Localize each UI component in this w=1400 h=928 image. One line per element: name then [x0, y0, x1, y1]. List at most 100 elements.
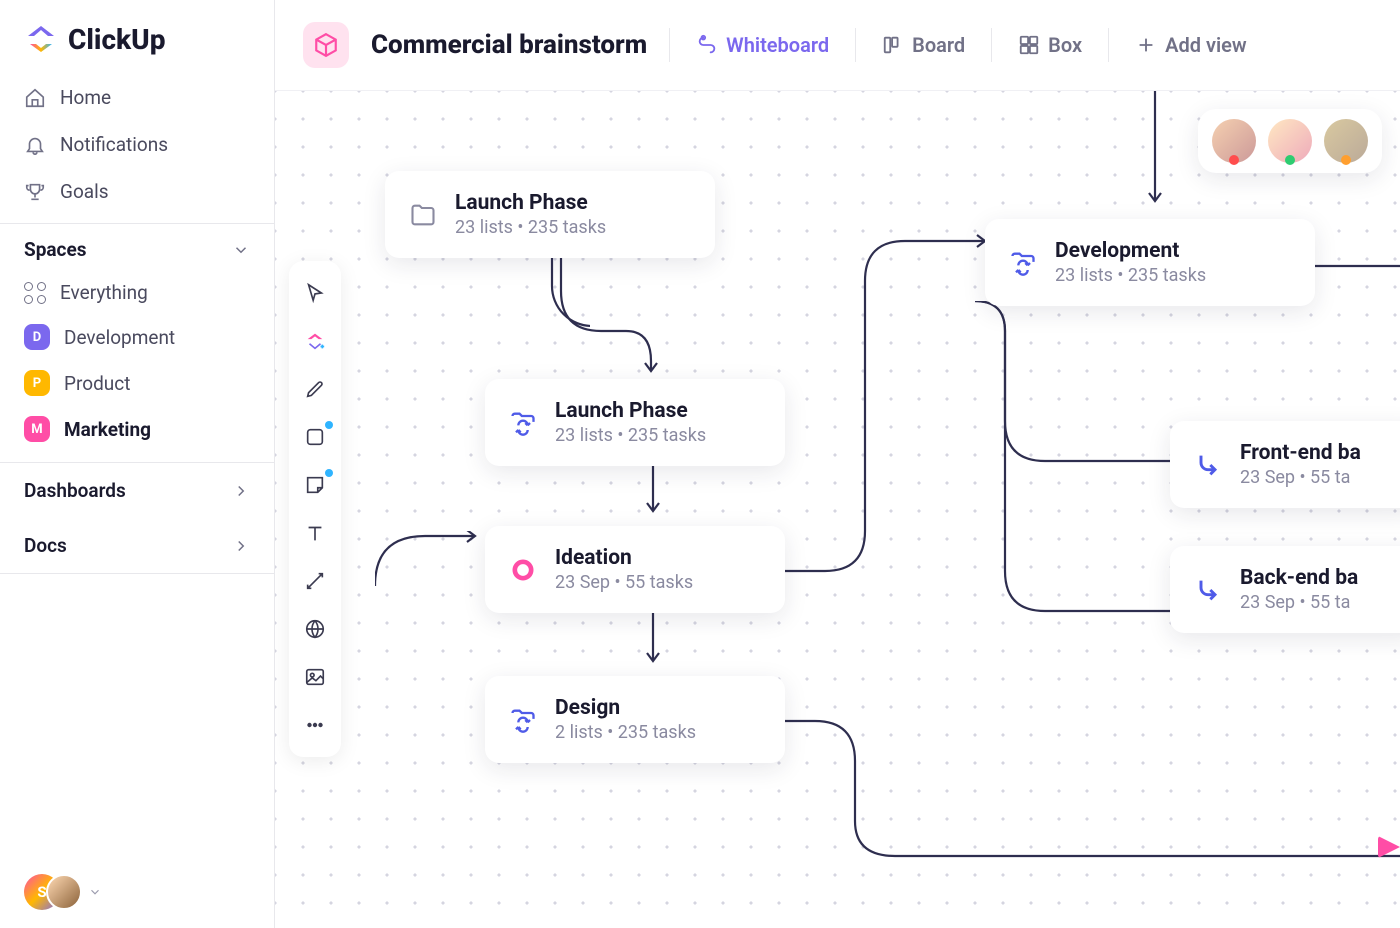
card-meta: 23 lists • 235 tasks: [555, 425, 706, 446]
connector: [1305, 251, 1400, 281]
trophy-icon: [24, 181, 46, 203]
dashboards-label: Dashboards: [24, 479, 126, 502]
chevron-right-icon: [232, 482, 250, 500]
connector: [633, 461, 673, 531]
chevron-right-icon: [232, 537, 250, 555]
subtask-icon: [1192, 449, 1224, 481]
add-view-label: Add view: [1165, 33, 1247, 57]
spaces-header[interactable]: Spaces: [0, 223, 274, 271]
card-title: Development: [1055, 239, 1206, 263]
cursor-icon: [304, 282, 326, 304]
color-dot: [325, 469, 333, 477]
space-badge: P: [24, 370, 50, 396]
nav-notifications[interactable]: Notifications: [0, 121, 274, 168]
sticky-note-icon: [304, 474, 326, 496]
add-view-button[interactable]: Add view: [1131, 27, 1251, 63]
box-icon: [313, 32, 339, 58]
connector: [1135, 91, 1175, 221]
everything-icon: [24, 282, 46, 304]
card-launch-phase-top[interactable]: Launch Phase 23 lists • 235 tasks: [385, 171, 715, 258]
view-tab-box[interactable]: Box: [1014, 27, 1086, 63]
caret-down-icon: [88, 885, 102, 899]
card-meta: 23 Sep • 55 ta: [1240, 467, 1361, 488]
nav-docs[interactable]: Docs: [0, 518, 274, 573]
connector: [375, 531, 495, 591]
view-tab-label: Board: [912, 33, 965, 57]
user-menu[interactable]: S: [0, 856, 274, 928]
view-tab-label: Box: [1048, 33, 1082, 57]
tool-embed[interactable]: [293, 607, 337, 651]
connector: [551, 241, 671, 391]
space-development[interactable]: D Development: [0, 314, 274, 360]
color-dot: [325, 373, 333, 381]
text-icon: [304, 522, 326, 544]
nav-notifications-label: Notifications: [60, 133, 168, 156]
nav-goals[interactable]: Goals: [0, 168, 274, 215]
card-design[interactable]: Design 2 lists • 235 tasks: [485, 676, 785, 763]
nav-everything[interactable]: Everything: [0, 271, 274, 314]
sync-folder-icon: [507, 704, 539, 736]
connector: [785, 231, 1005, 591]
space-marketing[interactable]: M Marketing: [0, 406, 274, 452]
avatar: .pres-av:nth-child(3)::after{background:…: [1324, 119, 1368, 163]
avatar: [46, 874, 82, 910]
whiteboard-icon: [696, 34, 718, 56]
sidebar: ClickUp Home Notifications Goals Spaces …: [0, 0, 275, 928]
avatar: .pres-av:nth-child(1)::after{background:…: [1212, 119, 1256, 163]
subtask-icon: [1192, 574, 1224, 606]
card-title: Ideation: [555, 546, 693, 570]
card-meta: 23 Sep • 55 tasks: [555, 572, 693, 593]
space-badge: D: [24, 324, 50, 350]
header: Commercial brainstorm Whiteboard Board B…: [275, 0, 1400, 90]
more-icon: [304, 714, 326, 736]
view-tab-whiteboard[interactable]: Whiteboard: [692, 27, 833, 63]
everything-label: Everything: [60, 281, 148, 304]
card-ideation[interactable]: Ideation 23 Sep • 55 tasks: [485, 526, 785, 613]
nav-home[interactable]: Home: [0, 74, 274, 121]
connector: [785, 701, 1400, 861]
space-badge: M: [24, 416, 50, 442]
tool-shape[interactable]: [293, 415, 337, 459]
color-dot: [325, 421, 333, 429]
pen-icon: [304, 378, 326, 400]
card-development[interactable]: Development 23 lists • 235 tasks: [985, 219, 1315, 306]
tool-image[interactable]: [293, 655, 337, 699]
docs-label: Docs: [24, 534, 67, 557]
canvas-toolbar: [289, 261, 341, 757]
brand-name: ClickUp: [68, 23, 165, 56]
tool-text[interactable]: [293, 511, 337, 555]
board-icon: [882, 34, 904, 56]
card-title: Design: [555, 696, 696, 720]
presence-indicator[interactable]: .pres-av:nth-child(1)::after{background:…: [1198, 109, 1382, 173]
divider: [991, 28, 992, 62]
clickup-logo-icon: [24, 22, 58, 56]
page-icon[interactable]: [303, 22, 349, 68]
avatar: .pres-av:nth-child(2)::after{background:…: [1268, 119, 1312, 163]
nav-dashboards[interactable]: Dashboards: [0, 462, 274, 518]
card-backend[interactable]: Back-end ba 23 Sep • 55 ta: [1170, 546, 1400, 633]
card-meta: 23 Sep • 55 ta: [1240, 592, 1358, 613]
view-tab-board[interactable]: Board: [878, 27, 969, 63]
card-meta: 2 lists • 235 tasks: [555, 722, 696, 743]
tool-connector[interactable]: [293, 559, 337, 603]
tool-pen[interactable]: [293, 367, 337, 411]
grid-icon: [1018, 34, 1040, 56]
connector: [633, 611, 673, 681]
space-product[interactable]: P Product: [0, 360, 274, 406]
globe-icon: [304, 618, 326, 640]
tool-clickup[interactable]: [293, 319, 337, 363]
tool-select[interactable]: [293, 271, 337, 315]
clickup-add-icon: [304, 330, 326, 352]
tool-more[interactable]: [293, 703, 337, 747]
whiteboard-canvas[interactable]: .pres-av:nth-child(1)::after{background:…: [275, 90, 1400, 928]
chevron-down-icon: [232, 241, 250, 259]
connector-icon: [304, 570, 326, 592]
home-icon: [24, 87, 46, 109]
logo[interactable]: ClickUp: [0, 0, 274, 74]
sync-folder-icon: [507, 407, 539, 439]
sync-folder-icon: [1007, 247, 1039, 279]
tool-sticky[interactable]: [293, 463, 337, 507]
card-launch-phase-2[interactable]: Launch Phase 23 lists • 235 tasks: [485, 379, 785, 466]
card-frontend[interactable]: Front-end ba 23 Sep • 55 ta: [1170, 421, 1400, 508]
nav-home-label: Home: [60, 86, 111, 109]
